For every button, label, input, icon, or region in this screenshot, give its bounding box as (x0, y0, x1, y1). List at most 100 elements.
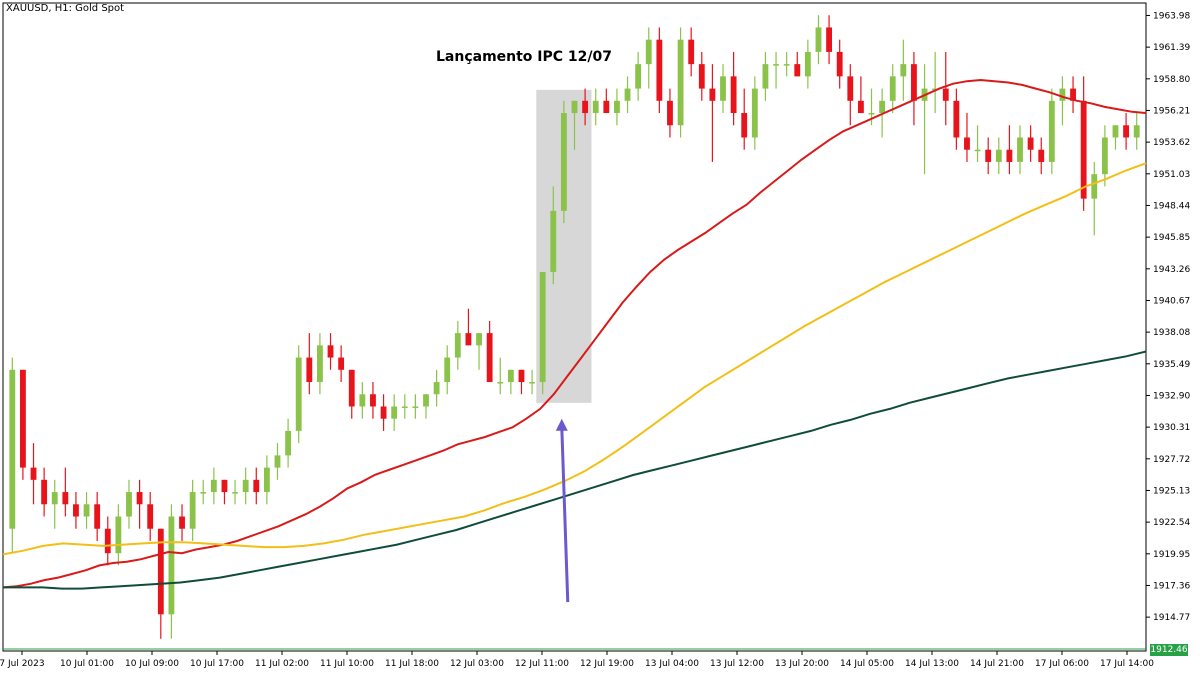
candle-body (603, 100, 610, 114)
candle-body (582, 100, 589, 114)
x-tick-label: 11 Jul 10:00 (320, 659, 374, 669)
candle-body (1133, 125, 1140, 138)
x-tick-label: 10 Jul 09:00 (125, 659, 179, 669)
candle-body (857, 100, 864, 114)
candle-body (253, 479, 260, 493)
y-tick-label: 1956.21 (1153, 106, 1190, 116)
candle-body (1017, 137, 1023, 162)
candle-body (497, 382, 504, 384)
candle-body (751, 88, 758, 138)
y-tick-label: 1958.80 (1153, 75, 1190, 85)
y-tick-label: 1922.54 (1153, 518, 1190, 528)
candle-body (1123, 125, 1130, 138)
candle-body (317, 345, 323, 383)
candle-body (518, 369, 525, 383)
candle-body (62, 492, 69, 505)
candle-body (794, 64, 801, 77)
candle-body (741, 113, 748, 138)
candle-body (539, 271, 546, 383)
candle-body (773, 64, 779, 66)
y-tick-label: 1948.44 (1153, 201, 1190, 211)
candle-body (210, 479, 217, 493)
candle-body (815, 27, 822, 52)
candle-body (550, 210, 557, 272)
candle-body (804, 51, 811, 77)
candle-body (1027, 137, 1034, 150)
candle-body (476, 333, 482, 346)
candle-body (1059, 88, 1066, 101)
x-tick-label: 7 Jul 2023 (0, 659, 45, 669)
candle-body (232, 492, 238, 494)
x-tick-label: 13 Jul 04:00 (645, 659, 699, 669)
candle-body (1091, 174, 1098, 199)
y-tick-label: 1963.98 (1153, 11, 1190, 21)
candle-body (677, 39, 684, 126)
candle-body (826, 27, 832, 52)
chart-title: XAUUSD, H1: Gold Spot (6, 3, 125, 14)
x-tick-label: 14 Jul 21:00 (970, 659, 1024, 669)
candle-body (900, 64, 907, 77)
candle-body (295, 357, 302, 431)
candle-body (465, 333, 472, 346)
candle-body (720, 76, 726, 101)
candle-body (73, 504, 79, 517)
x-tick-label: 17 Jul 14:00 (1100, 659, 1154, 669)
candle-body (454, 333, 461, 358)
y-tick-label: 1961.39 (1153, 43, 1190, 53)
candle-body (41, 479, 48, 505)
candle-body (401, 406, 408, 408)
candle-body (836, 51, 843, 77)
candle-body (327, 345, 334, 358)
candle-body (115, 516, 122, 554)
candle-body (942, 88, 949, 101)
candle-body (762, 64, 769, 89)
candle-body (667, 100, 673, 126)
arrow-shaft (560, 426, 570, 603)
x-tick-label: 12 Jul 11:00 (515, 659, 569, 669)
annotation-arrow (555, 418, 570, 603)
candle-body (1048, 100, 1055, 162)
candle-body (200, 492, 207, 494)
candle-body (656, 39, 663, 101)
candle-body (1038, 149, 1045, 162)
x-tick-label: 11 Jul 18:00 (385, 659, 439, 669)
current-price-label: 1912.46 (1150, 644, 1188, 656)
y-tick-label: 1932.90 (1153, 391, 1190, 401)
price-chart[interactable]: Lançamento IPC 12/07 1963.98 1961.39 1958.… (0, 0, 1200, 675)
x-tick-label: 14 Jul 05:00 (840, 659, 894, 669)
candle-body (571, 100, 578, 114)
candle-body (51, 492, 58, 505)
arrow-head (555, 418, 568, 431)
candle-body (30, 467, 37, 480)
candle-body (592, 100, 599, 114)
candle-body (614, 100, 620, 114)
x-tick-label: 13 Jul 12:00 (710, 659, 764, 669)
candle-body (412, 406, 419, 408)
y-tick-label: 1927.72 (1153, 455, 1190, 465)
candle-body (433, 382, 440, 395)
candle-body (370, 394, 376, 407)
candle-body (444, 357, 451, 383)
candle-body (83, 504, 90, 517)
candle-body (847, 76, 854, 101)
candle-body (889, 76, 896, 101)
candle-body (688, 39, 695, 65)
x-tick-label: 14 Jul 13:00 (905, 659, 959, 669)
candle-body (359, 394, 366, 407)
candle-body (306, 357, 313, 383)
y-tick-label: 1930.31 (1153, 423, 1190, 433)
candle-body (338, 357, 345, 370)
candle-body (391, 406, 398, 419)
x-tick-label: 12 Jul 19:00 (580, 659, 634, 669)
candle-body (274, 455, 281, 468)
candle-body (709, 88, 716, 101)
candle-body (1112, 125, 1119, 138)
candle-body (189, 492, 196, 529)
candle-body (1080, 100, 1087, 199)
y-tick-label: 1953.62 (1153, 138, 1190, 148)
candle-body (995, 149, 1002, 162)
candle-body (1101, 137, 1108, 175)
y-tick-label: 1945.85 (1153, 233, 1190, 243)
x-tick-label: 12 Jul 03:00 (450, 659, 504, 669)
candle-body (423, 394, 429, 407)
